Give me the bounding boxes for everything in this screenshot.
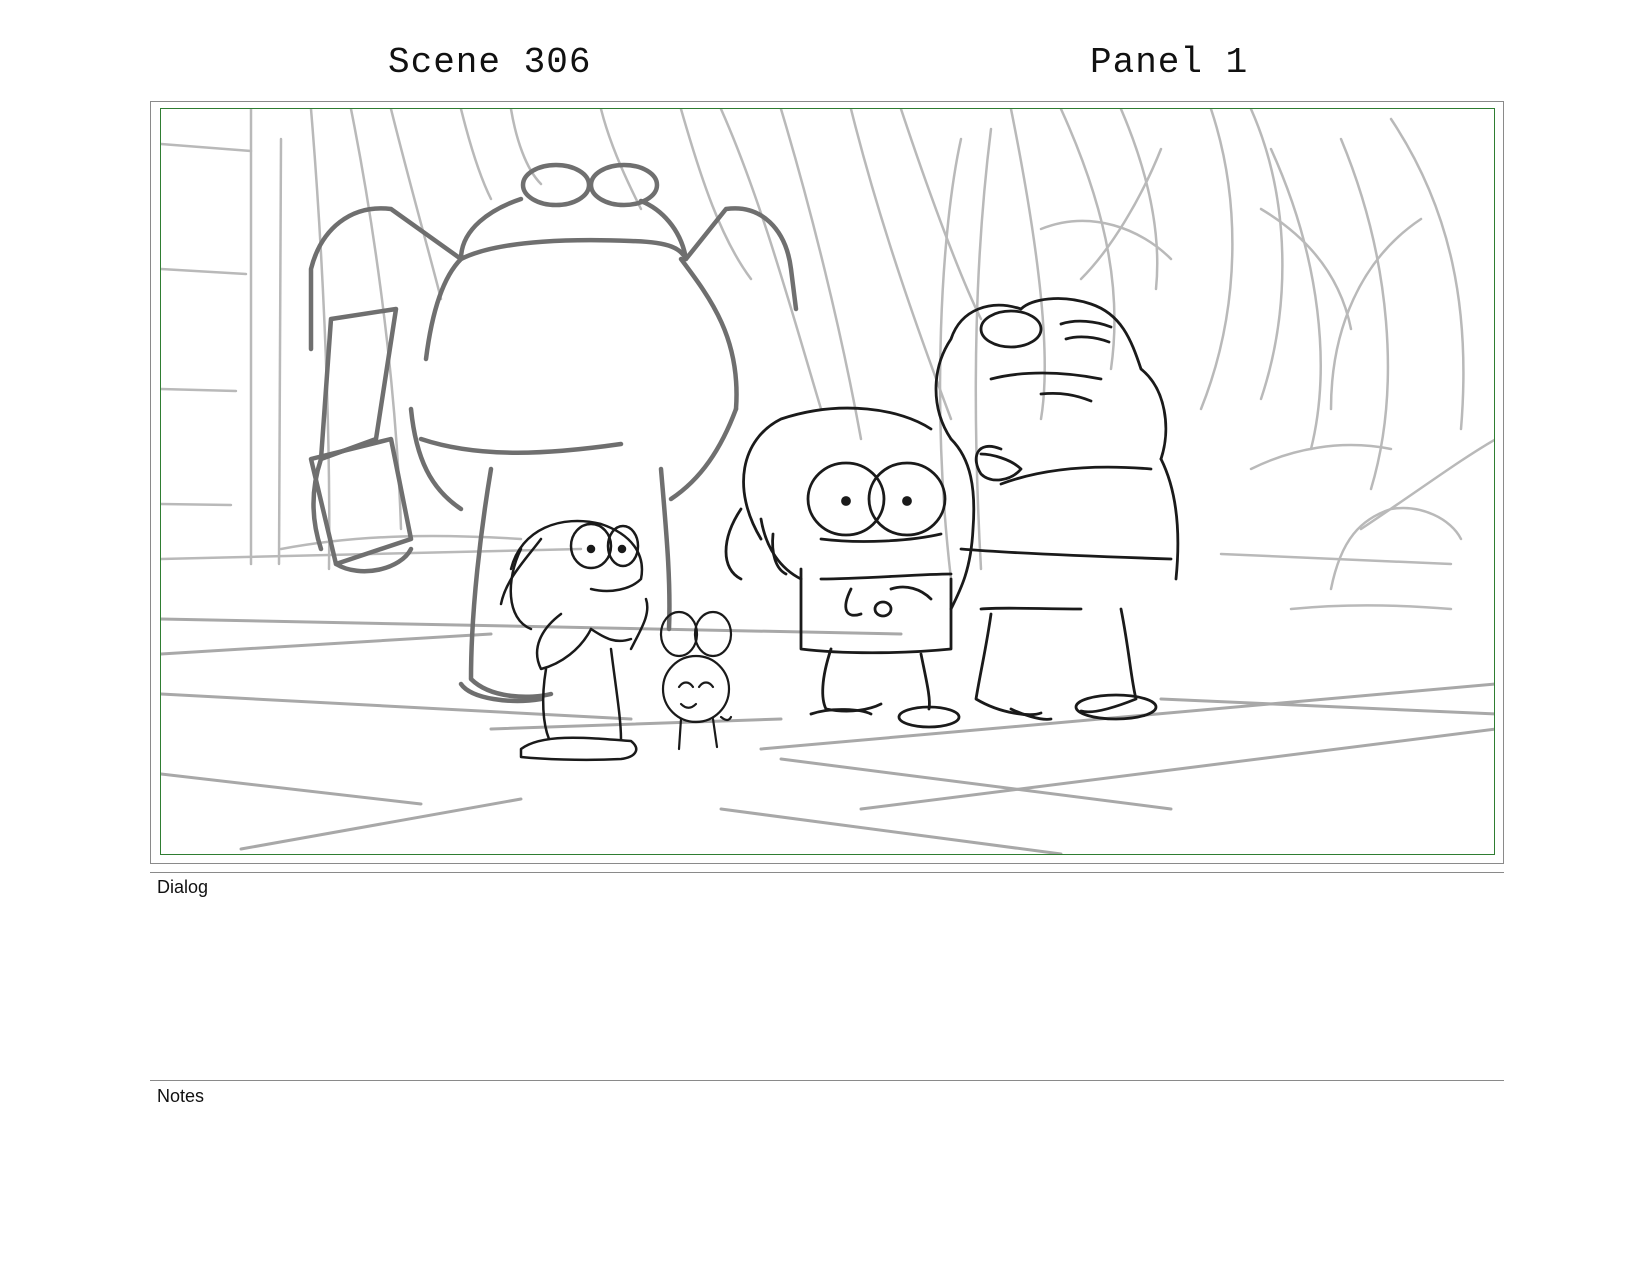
notes-label: Notes (157, 1086, 205, 1106)
notes-divider (150, 1080, 1504, 1081)
dialog-divider (150, 872, 1504, 873)
dialog-text-area[interactable] (150, 905, 1504, 1065)
panel-number-label: Panel 1 (1090, 42, 1249, 83)
storyboard-panel (160, 108, 1495, 855)
storyboard-sketch-icon (161, 109, 1494, 854)
scene-number-label: Scene 306 (388, 42, 592, 83)
dialog-label: Dialog (157, 877, 209, 897)
notes-text-area[interactable] (150, 1114, 1504, 1254)
